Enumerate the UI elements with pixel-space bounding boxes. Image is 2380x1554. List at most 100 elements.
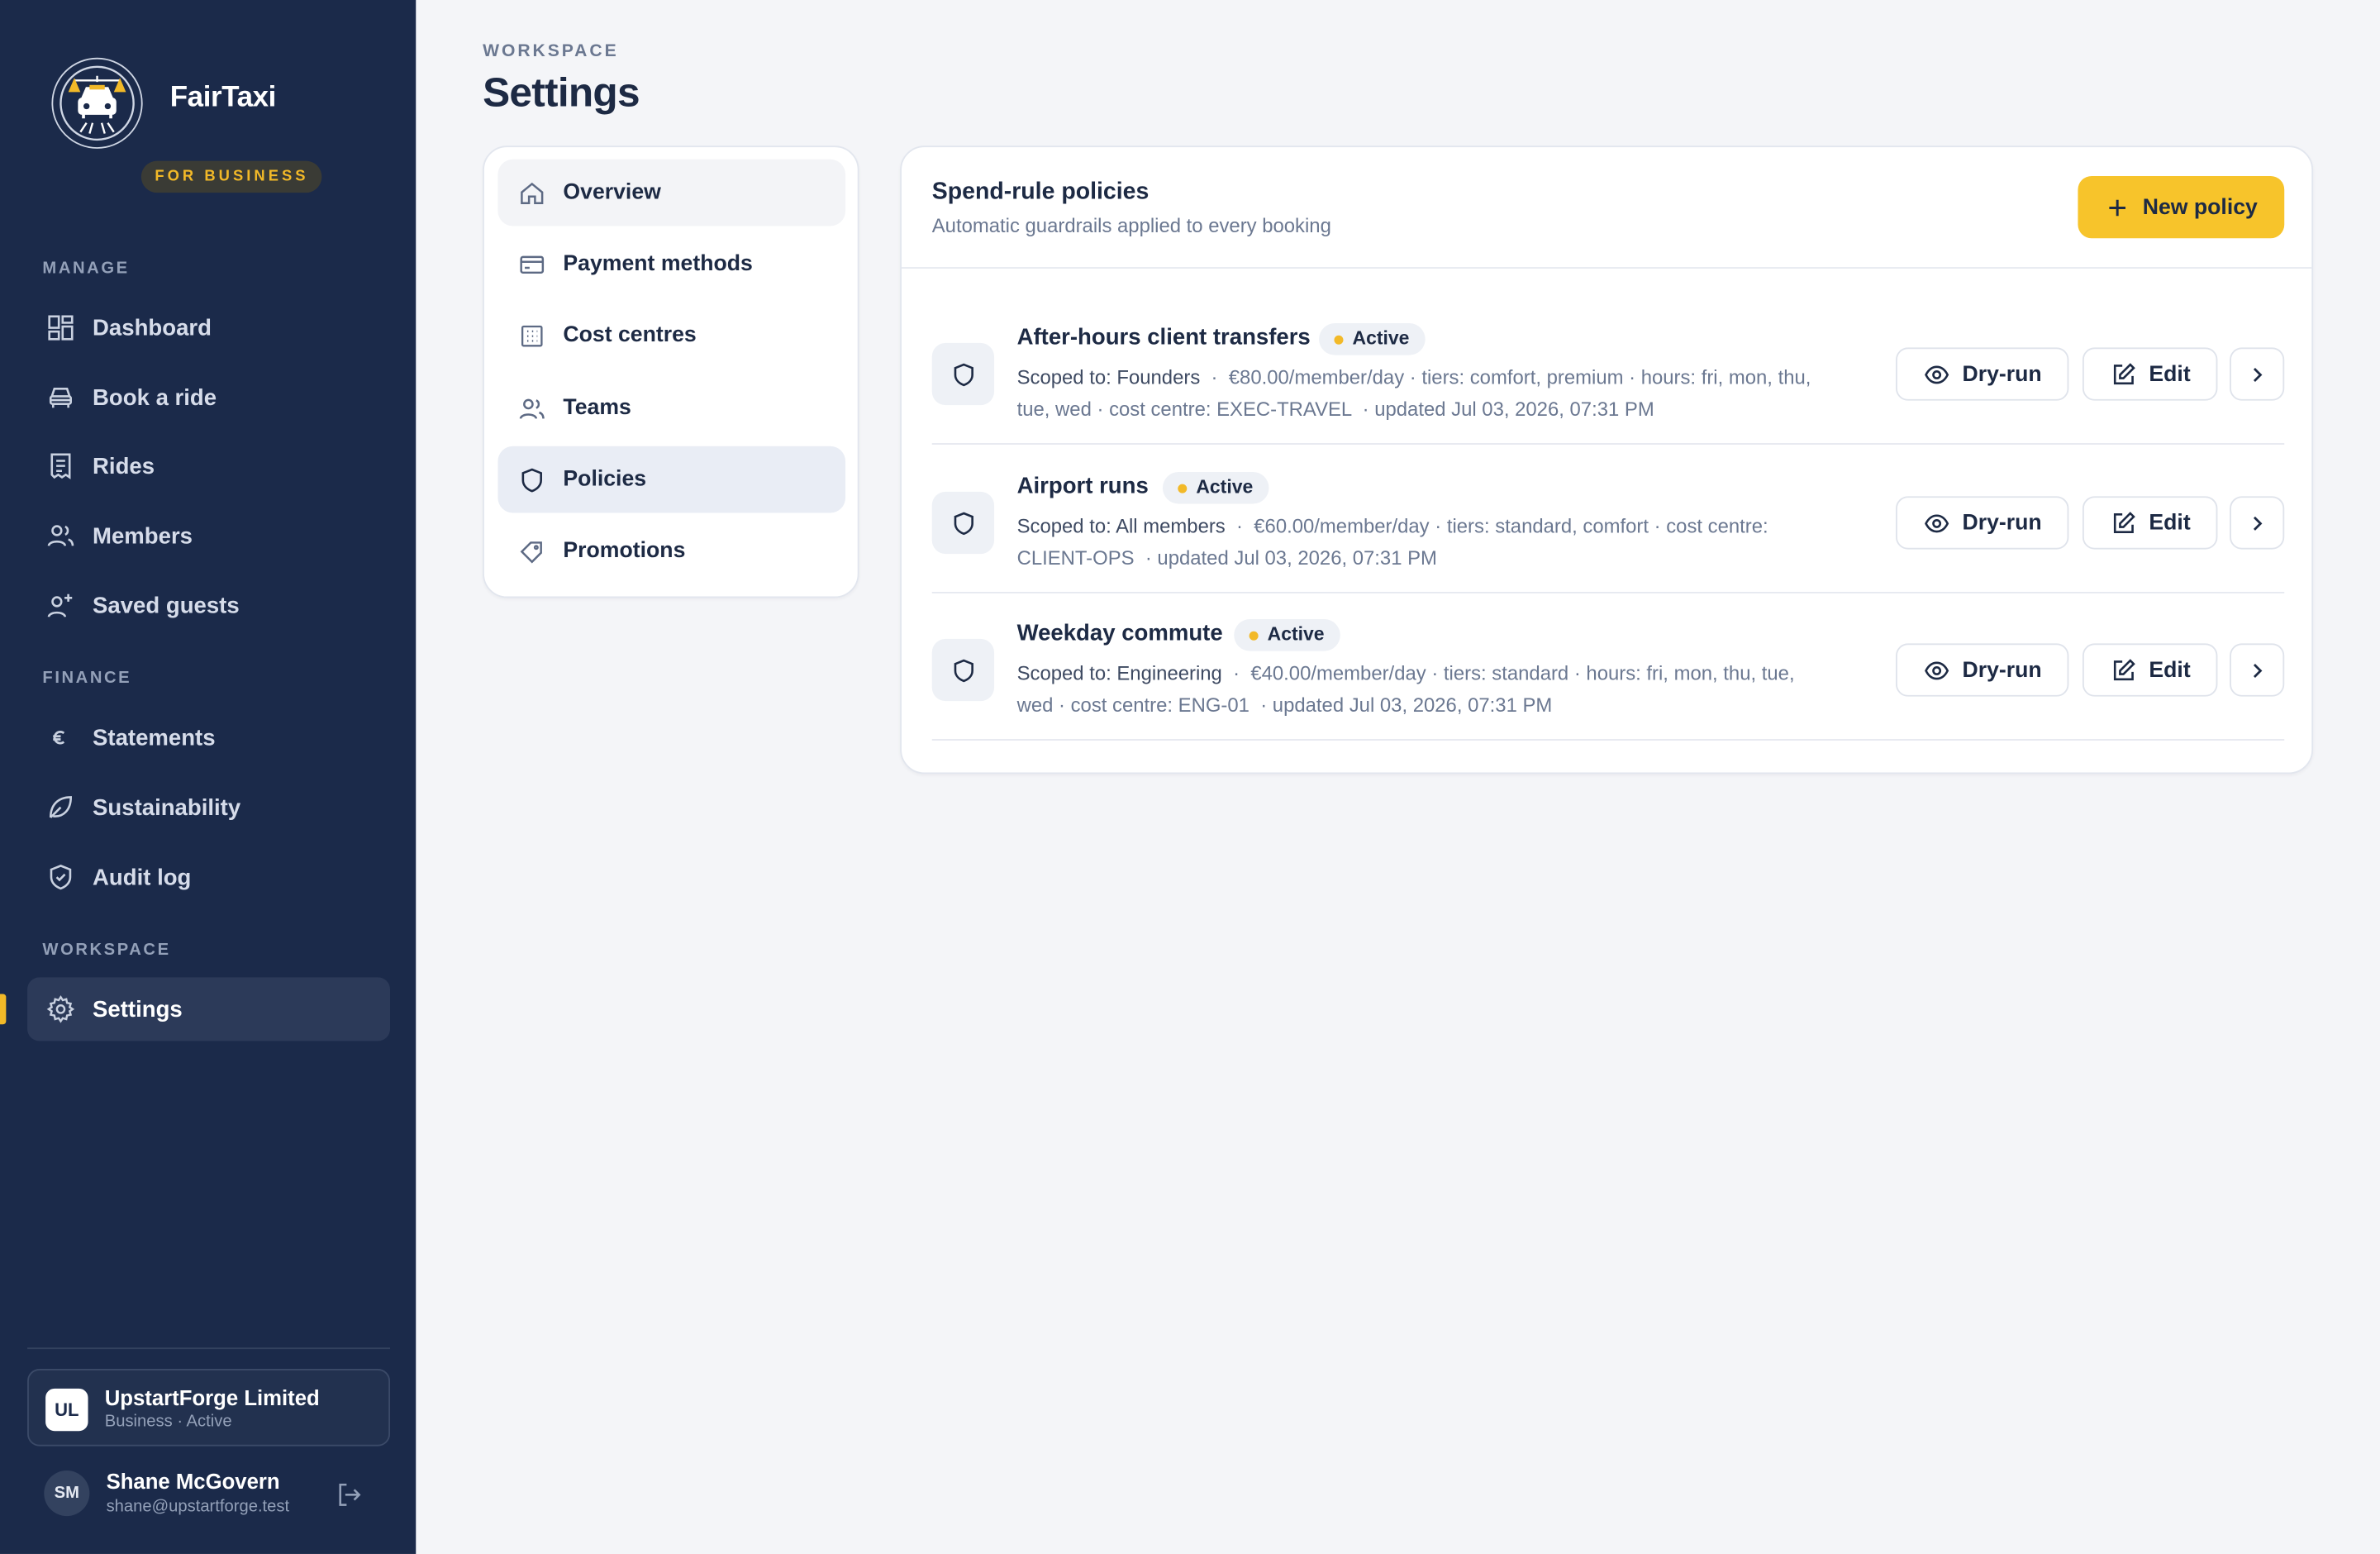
policy-shield [931,638,995,702]
edit-icon [2113,362,2135,384]
status-badge: Active [1162,471,1269,504]
edit-label: Edit [2149,657,2191,683]
policy-meta: Scoped to: Engineering · €40.00/member/d… [1016,661,1795,717]
dry-run-button[interactable]: Dry-run [1896,496,2069,550]
section-label-manage: MANAGE [42,259,130,278]
sidebar-item-label: Members [93,522,193,549]
subnav-item-payment-methods[interactable]: Payment methods [497,231,845,298]
sidebar-item-sustainability[interactable]: Sustainability [27,775,390,839]
shield-check-icon [50,864,72,890]
sidebar-item-label: Sustainability [93,794,241,821]
section-label-workspace: WORKSPACE [42,941,171,960]
subnav-item-label: Cost centres [563,323,697,348]
card-divider [901,267,2312,269]
edit-label: Edit [2149,361,2191,387]
plus-icon [2108,198,2125,216]
edit-label: Edit [2149,510,2191,536]
policy-row: After-hours client transfers Active Scop… [931,298,2285,445]
policy-name: After-hours client transfers [1016,324,1311,351]
subnav-item-label: Teams [563,396,631,421]
active-indicator [0,994,7,1025]
org-status: Business · Active [104,1413,232,1432]
chevron-right-icon [2253,367,2263,382]
home-icon [521,181,544,204]
section-label-finance: FINANCE [42,669,132,688]
open-policy-button[interactable] [2230,496,2285,550]
edit-icon [2113,658,2135,680]
card-subtitle: Automatic guardrails applied to every bo… [931,213,1331,237]
status-badge: Active [1319,323,1425,355]
status-badge: Active [1234,619,1340,651]
fairtaxi-logo-icon [51,57,143,149]
sidebar-item-label: Dashboard [93,314,212,341]
edit-button[interactable]: Edit [2082,496,2218,550]
building-icon [521,324,543,346]
subnav-item-overview[interactable]: Overview [497,159,846,226]
open-policy-button[interactable] [2230,643,2285,697]
sidebar-item-audit-log[interactable]: Audit log [27,846,390,909]
dry-run-label: Dry-run [1962,361,2042,387]
org-avatar: UL [45,1388,88,1432]
for-business-badge: FOR BUSINESS [140,160,323,193]
policy-shield [931,342,995,406]
sidebar-item-statements[interactable]: Statements [27,706,390,770]
edit-button[interactable]: Edit [2082,347,2218,401]
policy-rules-cont: wed · cost centre: ENG-01 [1016,694,1250,717]
sidebar-item-label: Statements [93,724,216,751]
sidebar-item-label: Audit log [93,864,192,890]
shield-icon [953,511,973,535]
org-name: UpstartForge Limited [104,1385,320,1410]
policy-rules: €40.00/member/day · tiers: standard · ho… [1250,661,1795,684]
policy-shield [931,491,995,555]
policy-scope: Scoped to: Engineering [1016,661,1222,684]
org-switcher[interactable]: UL UpstartForge Limited Business · Activ… [27,1368,391,1447]
subnav-item-cost-centres[interactable]: Cost centres [497,302,845,369]
subnav-item-policies[interactable]: Policies [497,446,846,513]
policy-name: Weekday commute [1016,620,1223,647]
sidebar-item-label: Saved guests [93,592,240,619]
sidebar-item-label: Settings [93,996,183,1022]
subnav-item-label: Policies [563,467,647,492]
policy-row: Airport runs Active Scoped to: All membe… [931,446,2285,593]
eye-icon [1924,660,1949,679]
sidebar-item-dashboard[interactable]: Dashboard [27,296,390,360]
logout-icon[interactable] [334,1480,364,1510]
policy-rules: €80.00/member/day · tiers: comfort, prem… [1228,365,1811,388]
policy-rules-cont: CLIENT-OPS [1016,546,1135,570]
tag-icon [520,541,542,563]
users-icon [47,525,74,546]
sidebar-item-saved-guests[interactable]: Saved guests [27,574,390,637]
eye-icon [1924,513,1949,532]
subnav-item-label: Promotions [563,538,686,564]
policy-updated: · updated Jul 03, 2026, 07:31 PM [1145,546,1437,570]
open-policy-button[interactable] [2230,347,2285,401]
sidebar-item-book-ride[interactable]: Book a ride [27,365,390,429]
sidebar-item-members[interactable]: Members [27,504,390,568]
sidebar-item-label: Rides [93,453,155,479]
dry-run-label: Dry-run [1962,510,2042,536]
dry-run-button[interactable]: Dry-run [1896,347,2069,401]
user-name: Shane McGovern [106,1469,280,1494]
subnav-item-teams[interactable]: Teams [497,374,845,441]
sidebar-item-rides[interactable]: Rides [27,434,390,498]
settings-subnav: Overview Payment methods Cost centres Te… [483,145,859,598]
policy-scope: Scoped to: Founders [1016,365,1201,388]
sidebar-item-settings[interactable]: Settings [27,977,391,1042]
dry-run-button[interactable]: Dry-run [1896,643,2069,697]
page-title: Settings [483,69,640,116]
policy-meta: Scoped to: Founders · €80.00/member/day … [1016,365,1811,421]
car-icon [49,387,73,408]
users-icon [519,398,545,418]
shield-icon [521,467,542,492]
user-email: shane@upstartforge.test [106,1498,290,1517]
new-policy-button[interactable]: New policy [2078,175,2285,239]
dashboard-icon [48,315,74,341]
edit-button[interactable]: Edit [2082,643,2218,697]
gear-icon [46,995,75,1023]
card-title: Spend-rule policies [931,179,1150,205]
subnav-item-promotions[interactable]: Promotions [497,517,845,584]
policies-card: Spend-rule policies Automatic guardrails… [900,145,2314,775]
shield-icon [953,658,973,682]
new-policy-label: New policy [2142,194,2258,220]
receipt-icon [50,453,71,479]
